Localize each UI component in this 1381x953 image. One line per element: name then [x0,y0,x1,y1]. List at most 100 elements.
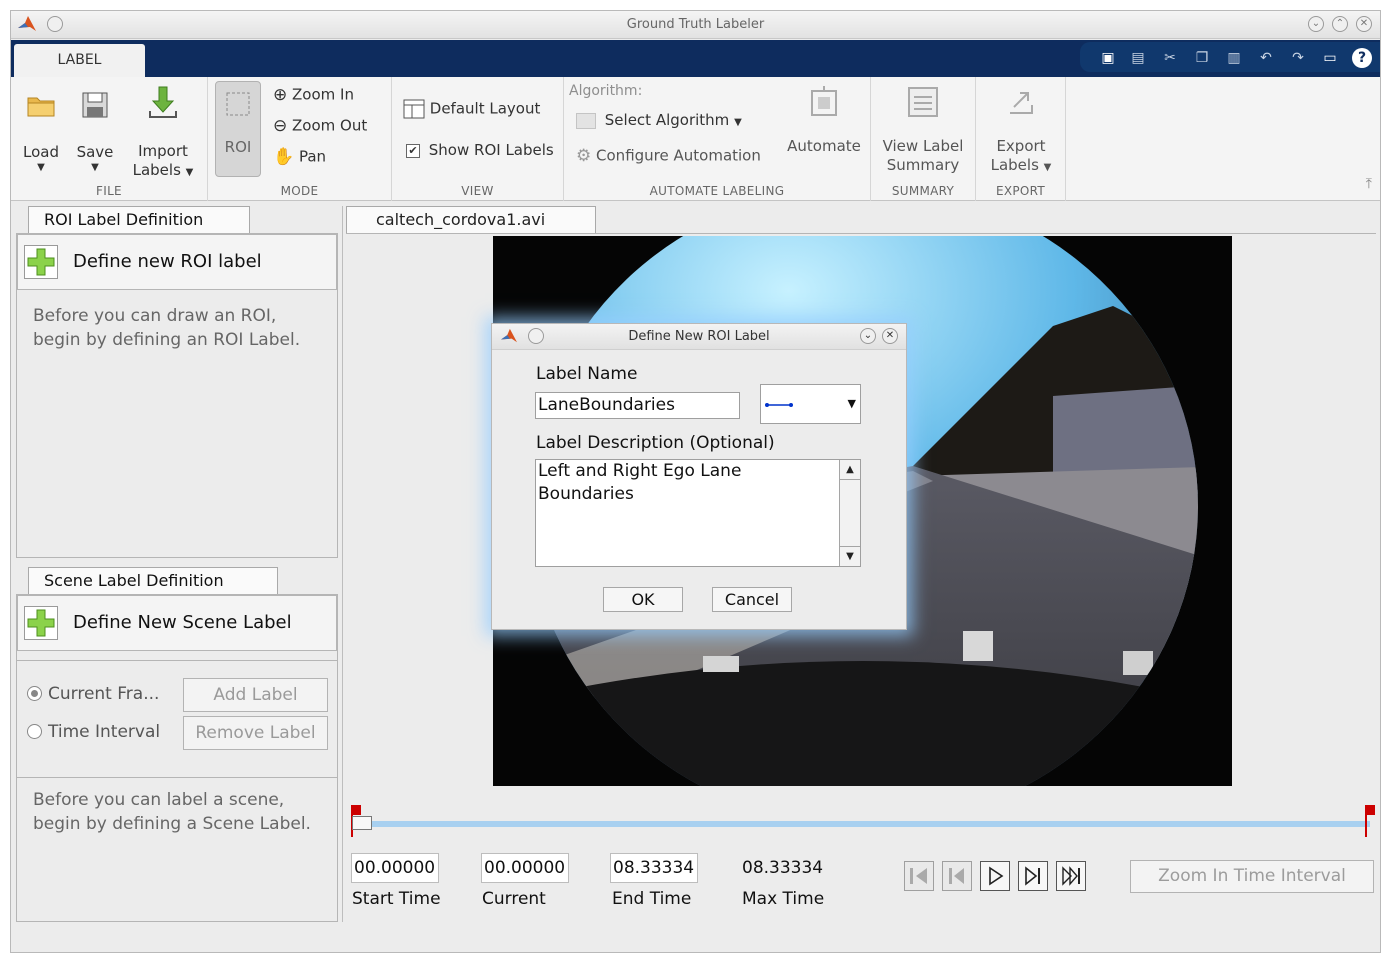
chevron-down-icon: ▼ [91,162,99,173]
maximize-icon[interactable]: ⌃ [1332,16,1348,32]
play-button[interactable] [980,861,1010,891]
last-frame-button[interactable] [1056,861,1086,891]
group-file: Load ▼ Save ▼ Import Labels ▼ FILE [11,77,208,201]
dialog-title-bar: Define New ROI Label ⌄ ✕ [492,324,906,350]
start-marker[interactable] [351,805,361,815]
tab-video-file[interactable]: caltech_cordova1.avi [346,206,596,234]
zoom-in-button[interactable]: ⊕ Zoom In [273,85,354,105]
roi-help-text: Before you can draw an ROI, begin by def… [33,306,301,350]
redo-icon[interactable]: ↷ [1288,48,1308,68]
plus-icon [24,245,58,279]
radio-current-frame[interactable]: Current Fra... [27,684,159,704]
view-label-summary-button[interactable]: View Label Summary [875,85,971,175]
group-label-export: EXPORT [995,184,1046,198]
roi-panel: Define new ROI label Before you can draw… [16,233,338,558]
help-icon[interactable]: ? [1352,48,1372,68]
paste-icon[interactable]: ▥ [1224,48,1244,68]
description-scrollbar[interactable]: ▲ ▼ [839,460,860,566]
line-type-icon [765,403,793,407]
pan-button[interactable]: ✋ Pan [273,147,326,167]
chevron-down-icon: ▼ [37,162,45,173]
label-type-dropdown[interactable]: ▼ [760,384,861,424]
current-time-input[interactable]: 00.00000 [481,853,569,883]
previous-frame-button[interactable] [942,861,972,891]
group-label-summary: SUMMARY [891,184,955,198]
automate-button[interactable]: Automate [782,85,866,156]
export-labels-button[interactable]: Export Labels ▼ [980,85,1062,177]
panel-divider[interactable] [342,206,343,922]
show-roi-labels-checkbox[interactable]: ✔ Show ROI Labels [406,141,554,159]
zoom-out-icon: ⊖ [273,116,288,136]
max-time-label: Max Time [742,889,825,909]
folder-icon [576,112,596,129]
tab-roi-label-definition[interactable]: ROI Label Definition [28,206,250,234]
doc-tab-divider [346,233,1376,234]
tab-label[interactable]: LABEL [14,44,145,77]
step-back-icon [949,868,964,884]
zoom-out-button[interactable]: ⊖ Zoom Out [273,116,367,136]
toolstrip-header: LABEL ▣ ▤ ✂ ❐ ▥ ↶ ↷ ▭ ? [11,40,1380,77]
tab-scene-label-definition[interactable]: Scene Label Definition [28,567,278,595]
load-button[interactable]: Load ▼ [19,89,63,174]
cut-icon[interactable]: ✂ [1160,48,1180,68]
save-disk-icon [82,92,108,118]
cancel-button[interactable]: Cancel [712,587,792,612]
save-icon[interactable]: ▤ [1128,48,1148,68]
scene-panel: Define New Scene Label Current Fra... Ti… [16,594,338,922]
new-session-icon[interactable]: ▣ [1098,48,1118,68]
collapse-toolstrip-icon[interactable]: ⤒ [1366,176,1372,192]
scroll-up-icon[interactable]: ▲ [840,460,860,480]
next-frame-button[interactable] [1018,861,1048,891]
minimize-icon[interactable]: ⌄ [1308,16,1324,32]
close-icon[interactable]: ✕ [1356,16,1372,32]
group-label-file: FILE [96,184,122,198]
start-time-label: Start Time [352,889,441,909]
import-labels-button[interactable]: Import Labels ▼ [125,85,201,182]
copy-icon[interactable]: ❐ [1192,48,1212,68]
app-window: Ground Truth Labeler ⌄ ⌃ ✕ LABEL ▣ ▤ ✂ ❐… [10,10,1381,953]
folder-icon [27,97,55,117]
quick-access-toolbar: ▣ ▤ ✂ ❐ ▥ ↶ ↷ ▭ ? [1080,42,1380,72]
toolstrip-ribbon: Load ▼ Save ▼ Import Labels ▼ FILE ROI ⊕… [11,77,1380,201]
dialog-close-icon[interactable]: ✕ [882,328,898,344]
dialog-minimize-icon[interactable]: ⌄ [860,328,876,344]
first-frame-button[interactable] [904,861,934,891]
import-icon [149,86,177,118]
radio-selected-icon [27,686,42,701]
save-button[interactable]: Save ▼ [73,89,117,174]
label-name-input[interactable]: LaneBoundaries [535,392,740,419]
add-label-button[interactable]: Add Label [183,678,328,712]
algorithm-label: Algorithm: [569,83,643,99]
label-description-textarea[interactable]: Left and Right Ego Lane Boundaries [535,459,861,567]
checkbox-checked-icon: ✔ [406,143,420,158]
define-roi-label-button[interactable]: Define new ROI label [17,234,337,290]
time-slider[interactable] [355,821,1370,827]
gear-icon: ⚙ [576,146,592,166]
chevron-down-icon: ▼ [185,167,194,178]
label-description-caption: Label Description (Optional) [536,433,775,453]
remove-label-button[interactable]: Remove Label [183,716,328,750]
zoom-in-time-interval-button[interactable]: Zoom In Time Interval [1130,860,1374,893]
select-algorithm-dropdown[interactable]: Select Algorithm ▼ [576,111,742,129]
ok-button[interactable]: OK [603,587,683,612]
chevron-down-icon: ▼ [1043,162,1052,173]
play-icon [989,866,1004,886]
end-time-label: End Time [612,889,692,909]
end-marker[interactable] [1365,805,1375,815]
group-label-automate: AUTOMATE LABELING [649,184,785,198]
dialog-menu-icon[interactable] [528,328,544,344]
radio-time-interval[interactable]: Time Interval [27,722,160,742]
end-time-input[interactable]: 08.33334 [610,853,698,883]
configure-automation-button[interactable]: ⚙ Configure Automation [576,146,761,166]
switch-windows-icon[interactable]: ▭ [1320,48,1340,68]
roi-mode-button[interactable]: ROI [215,81,261,177]
chevron-down-icon: ▼ [734,117,742,128]
max-time-value: 08.33334 [742,858,824,878]
scroll-down-icon[interactable]: ▼ [840,546,860,566]
define-scene-label-button[interactable]: Define New Scene Label [17,595,337,651]
undo-icon[interactable]: ↶ [1256,48,1276,68]
group-label-view: VIEW [461,184,494,198]
current-time-thumb[interactable] [352,816,372,830]
default-layout-button[interactable]: Default Layout [403,99,540,119]
start-time-input[interactable]: 00.00000 [351,853,439,883]
